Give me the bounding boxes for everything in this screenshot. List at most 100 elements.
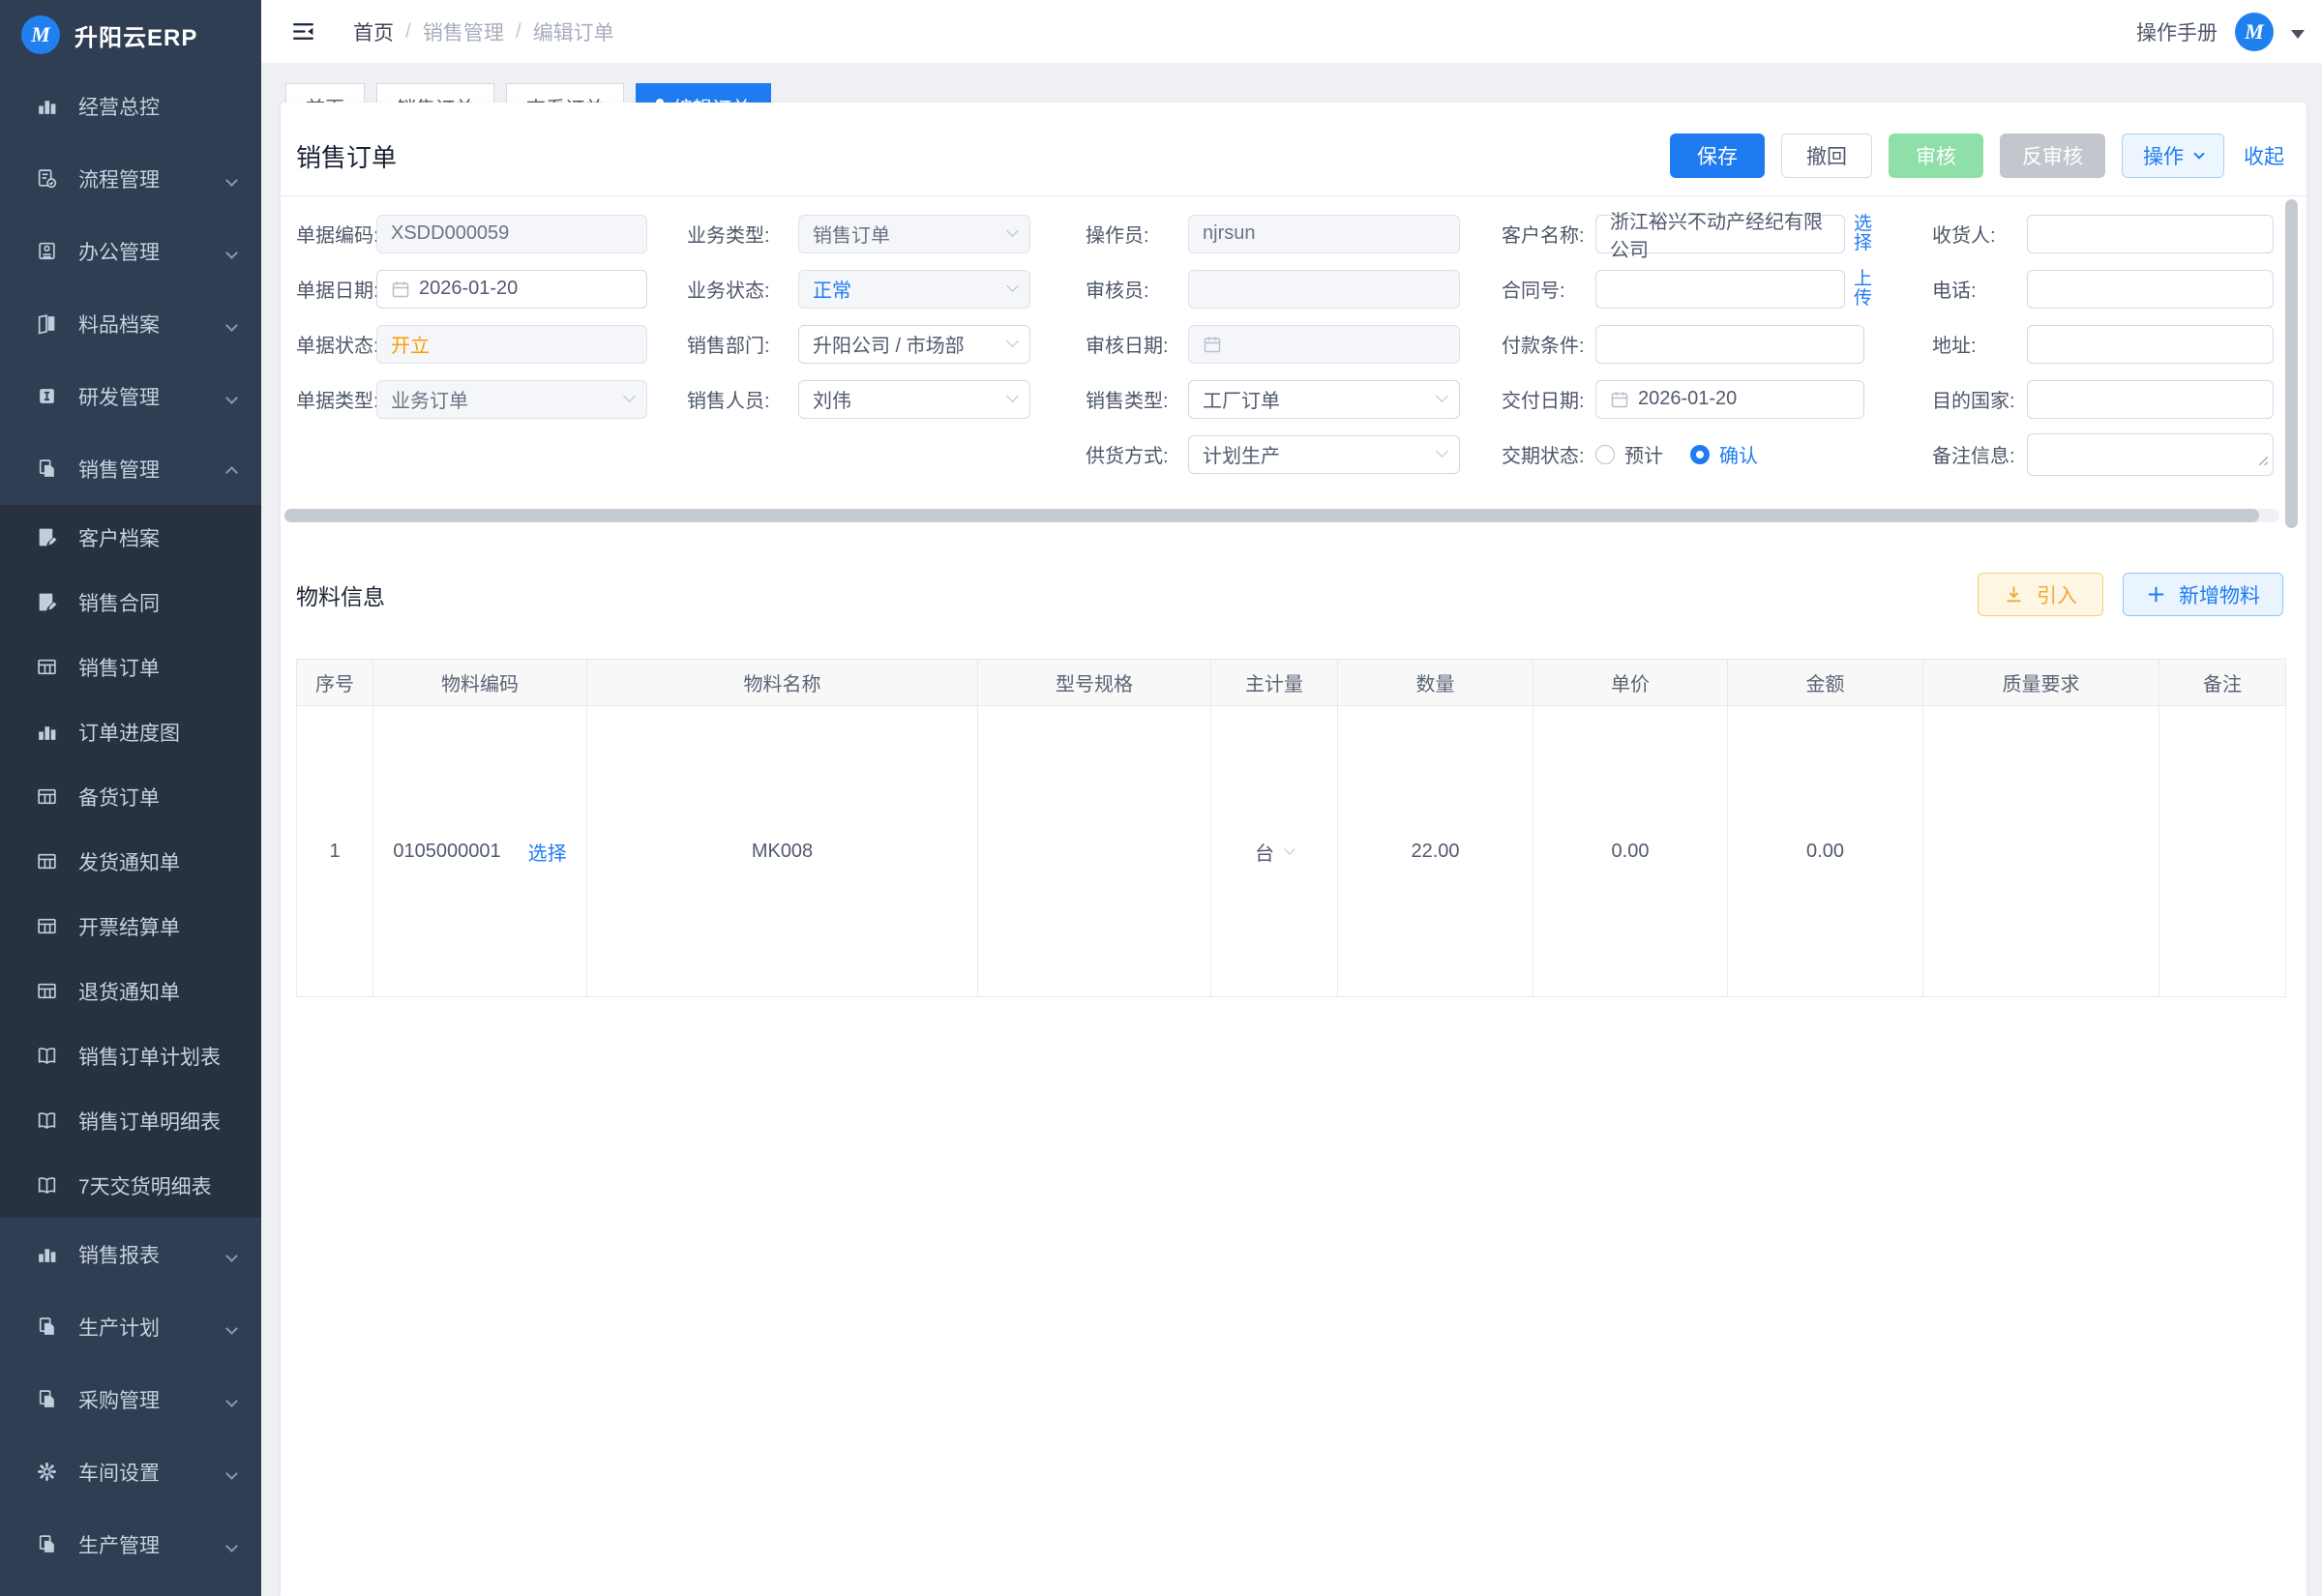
horizontal-scrollbar-thumb[interactable] [284, 509, 2259, 522]
auditor-input [1188, 270, 1460, 309]
sidebar-item-sales-report[interactable]: 销售报表 [0, 1218, 261, 1290]
cell-price[interactable]: 0.00 [1533, 706, 1728, 997]
app-logo-letter: M [31, 22, 50, 47]
sidebar-item-stock-order[interactable]: 备货订单 [0, 764, 261, 829]
actions-dropdown-button[interactable]: 操作 [2122, 133, 2224, 178]
sidebar-item-customer-archive[interactable]: 客户档案 [0, 505, 261, 570]
breadcrumb-separator: / [405, 20, 411, 44]
download-icon [2004, 584, 2024, 605]
header-right: 操作手册 M [2136, 13, 2322, 51]
doc-date-date-input[interactable]: 2026-01-20 [376, 270, 647, 309]
book-icon [35, 1174, 58, 1197]
vertical-scrollbar[interactable] [2285, 199, 2298, 528]
radio-checked-icon[interactable] [1690, 445, 1710, 464]
table-icon [35, 850, 58, 873]
field-sales-dept: 销售部门:升阳公司 / 市场部 [687, 316, 1086, 371]
field-contract-no: 合同号:上传 [1502, 261, 1932, 316]
field-biz-status: 业务状态:正常 [687, 261, 1086, 316]
field-label: 电话: [1932, 275, 2027, 303]
revoke-button[interactable]: 撤回 [1781, 133, 1872, 178]
sidebar-item-sales-contract[interactable]: 销售合同 [0, 570, 261, 635]
cell-spec[interactable] [978, 706, 1211, 997]
field-label: 备注信息: [1932, 440, 2027, 468]
material-code: 0105000001 [393, 841, 500, 863]
payment-terms-input[interactable] [1595, 325, 1864, 364]
field-value: XSDD000059 [391, 222, 509, 245]
add-material-button[interactable]: 新增物料 [2123, 573, 2283, 616]
save-button[interactable]: 保存 [1670, 133, 1765, 178]
contract-no-input[interactable] [1595, 270, 1845, 309]
sidebar-item-rd-mgmt[interactable]: 研发管理 [0, 360, 261, 432]
field-label: 审核日期: [1086, 330, 1188, 358]
sales-type-select[interactable]: 工厂订单 [1188, 380, 1460, 419]
biz-type-select: 销售订单 [798, 215, 1030, 253]
cell-amount: 0.00 [1728, 706, 1923, 997]
sidebar-item-label: 备货订单 [78, 783, 160, 812]
import-button[interactable]: 引入 [1978, 573, 2103, 616]
customer-name-input[interactable]: 浙江裕兴不动产经纪有限公司 [1595, 215, 1845, 253]
sales-dept-select[interactable]: 升阳公司 / 市场部 [798, 325, 1030, 364]
sidebar-item-production-plan[interactable]: 生产计划 [0, 1290, 261, 1363]
radio-option-confirmed[interactable]: 确认 [1690, 440, 1758, 468]
consignee-input[interactable] [2027, 215, 2274, 253]
chevron-down-icon [225, 392, 238, 404]
sidebar-item-production-mgmt[interactable]: 生产管理 [0, 1508, 261, 1581]
breadcrumb-item[interactable]: 首页 [353, 17, 394, 46]
field-value: 开立 [391, 330, 430, 358]
sales-person-select[interactable]: 刘伟 [798, 380, 1030, 419]
sidebar-item-invoice-settlement[interactable]: 开票结算单 [0, 894, 261, 959]
field-consignee: 收货人: [1932, 206, 2274, 261]
cell-code: 0105000001 选择 [373, 706, 587, 997]
sidebar-item-workshop-settings[interactable]: 车间设置 [0, 1435, 261, 1508]
field-doc-date: 单据日期:2026-01-20 [296, 261, 687, 316]
top-header: 首页/销售管理/编辑订单 操作手册 M [261, 0, 2322, 64]
order-form: 单据编码:XSDD000059业务类型:销售订单操作员:njrsun客户名称:浙… [296, 206, 2274, 482]
sidebar-item-delivery-notice[interactable]: 发货通知单 [0, 829, 261, 894]
cell-qty[interactable]: 22.00 [1338, 706, 1533, 997]
sidebar-item-label: 销售订单 [78, 653, 160, 682]
cell-remark[interactable] [2159, 706, 2286, 997]
phone-input[interactable] [2027, 270, 2274, 309]
sidebar-item-purchase-mgmt[interactable]: 采购管理 [0, 1363, 261, 1435]
sidebar-item-sales-mgmt[interactable]: 销售管理 [0, 432, 261, 505]
sidebar-item-seven-day-delivery-report[interactable]: 7天交货明细表 [0, 1153, 261, 1218]
user-menu-caret-icon[interactable] [2291, 30, 2305, 39]
sidebar-item-sales-order-plan-report[interactable]: 销售订单计划表 [0, 1023, 261, 1088]
sidebar-item-process-mgmt[interactable]: 流程管理 [0, 142, 261, 215]
chevron-down-icon [623, 390, 636, 402]
chevron-down-icon [225, 247, 238, 259]
dest-country-input[interactable] [2027, 380, 2274, 419]
sidebar-item-office-mgmt[interactable]: 办公管理 [0, 215, 261, 287]
sidebar-item-sales-order-detail-report[interactable]: 销售订单明细表 [0, 1088, 261, 1153]
sidebar-item-processing-workshop[interactable]: 加工车间 [0, 1581, 261, 1596]
flow-icon [35, 167, 58, 191]
radio-unchecked-icon[interactable] [1595, 445, 1615, 464]
radio-option-estimated[interactable]: 预计 [1595, 440, 1663, 468]
sidebar-item-return-notice[interactable]: 退货通知单 [0, 959, 261, 1023]
radio-label: 预计 [1624, 440, 1663, 468]
manual-link[interactable]: 操作手册 [2136, 17, 2218, 46]
address-input[interactable] [2027, 325, 2274, 364]
table-icon [35, 656, 58, 679]
select-material-link[interactable]: 选择 [528, 838, 567, 866]
collapse-link[interactable]: 收起 [2244, 141, 2284, 170]
actions-label: 操作 [2143, 141, 2184, 170]
horizontal-scrollbar[interactable] [284, 509, 2279, 522]
upload-link[interactable]: 上传 [1854, 270, 1875, 309]
cell-quality[interactable] [1923, 706, 2159, 997]
menu-fold-icon[interactable] [290, 18, 316, 44]
app-name: 升阳云ERP [74, 18, 197, 52]
unit-select[interactable]: 台 [1211, 838, 1337, 866]
sidebar-item-label: 研发管理 [78, 382, 160, 411]
delivery-date-date-input[interactable]: 2026-01-20 [1595, 380, 1864, 419]
resize-handle-icon[interactable] [2255, 451, 2270, 473]
user-avatar[interactable]: M [2235, 13, 2274, 51]
sidebar-item-order-progress-chart[interactable]: 订单进度图 [0, 699, 261, 764]
sidebar-item-material-archive[interactable]: 料品档案 [0, 287, 261, 360]
sidebar-item-sales-order[interactable]: 销售订单 [0, 635, 261, 699]
sidebar-item-business-overview[interactable]: 经营总控 [0, 70, 261, 142]
select-link[interactable]: 选择 [1854, 215, 1875, 253]
field-dest-country: 目的国家: [1932, 371, 2274, 427]
remarks-textarea[interactable] [2027, 433, 2274, 476]
supply-mode-select[interactable]: 计划生产 [1188, 435, 1460, 474]
